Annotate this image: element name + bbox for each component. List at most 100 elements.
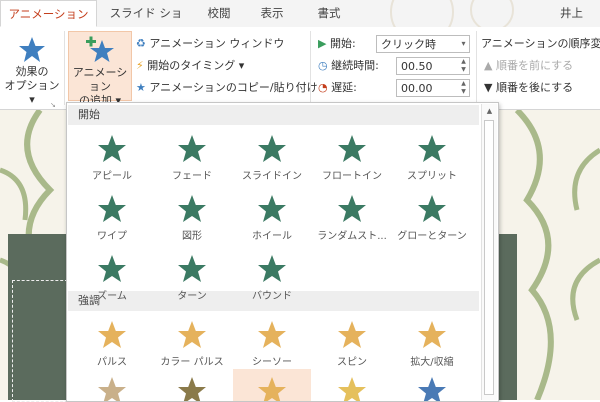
effect-label: グローとターン [397,231,467,242]
star-effect-icon [98,195,126,222]
star-effect-icon [258,195,286,222]
entrance-effect-item[interactable]: ワイプ [73,187,151,247]
scrollbar-thumb[interactable] [484,120,494,395]
tab-review[interactable]: 校閲 [195,0,243,27]
start-select[interactable]: クリック時 ▾ [376,35,470,53]
entrance-effect-item[interactable]: ホイール [233,187,311,247]
animation-pane-icon: ♻ [136,37,146,50]
entrance-effect-item[interactable]: ランダムスト... [313,187,391,247]
add-animation-label-1: アニメーション [72,66,128,93]
star-effect-icon [98,321,126,348]
start-row: ▶ 開始: [318,35,356,53]
emphasis-effect-item[interactable]: 拡大/収縮 [393,313,471,373]
animation-painter-button[interactable]: ★ アニメーションのコピー/貼り付け [136,79,318,97]
star-effect-icon [418,135,446,162]
section-header-entrance: 開始 [68,105,479,125]
lightning-icon: ⚡ [136,59,144,72]
ribbon-tab-bar: アニメーション スライド ショー 校閲 表示 書式 井上 [0,0,600,47]
entrance-effect-item[interactable]: 図形 [153,187,231,247]
scroll-up-arrow-icon[interactable]: ▲ [482,104,497,118]
entrance-effect-item[interactable]: グローとターン [393,187,471,247]
star-effect-icon [178,321,206,348]
star-effect-icon [418,377,446,401]
effect-label: スライドイン [242,171,302,182]
emphasis-effect-item[interactable] [393,369,471,401]
move-later-label: 順番を後にする [495,81,574,94]
star-effect-icon [98,255,126,282]
delay-label: 遅延: [331,81,357,94]
star-effect-icon [338,135,366,162]
trigger-button[interactable]: ⚡ 開始のタイミング ▾ [136,57,244,75]
move-earlier-label: 順番を前にする [495,59,574,72]
spinner-arrows-icon[interactable]: ▲ ▼ [458,80,469,96]
duration-label: 継続時間: [331,59,379,72]
emphasis-effect-item[interactable] [313,369,391,401]
dialog-launcher-icon[interactable]: ↘ [50,101,56,109]
play-icon: ▶ [318,37,327,50]
star-effect-icon [178,255,206,282]
entrance-effect-item[interactable]: フェード [153,127,231,187]
tab-animations[interactable]: アニメーション [0,0,97,27]
entrance-effect-item[interactable]: スプリット [393,127,471,187]
add-animation-button[interactable]: アニメーション の追加 ▾ [68,31,132,107]
slide-content-box[interactable] [497,234,517,400]
star-effect-icon [258,255,286,282]
effect-label: バウンド [252,291,292,302]
effect-label: スピン [337,357,367,368]
user-name[interactable]: 井上 [560,0,600,27]
spinner-arrows-icon[interactable]: ▲ ▼ [458,58,469,74]
group-separator [310,31,311,105]
animation-gallery-dropdown: 開始 強調 ▲ アピール フェード スライドイン フロートイン スプリット ワイプ 図形 ホイ… [66,102,499,402]
group-separator [64,31,65,105]
entrance-effect-item[interactable]: ターン [153,247,231,307]
delay-icon: ◔ [318,81,328,94]
move-earlier-button[interactable]: ▲ 順番を前にする [484,57,573,75]
move-later-button[interactable]: ▼ 順番を後にする [484,79,573,97]
duration-value: 00.50 [401,60,433,73]
star-effect-icon [178,195,206,222]
effect-label: カラー パルス [160,357,224,368]
star-effect-icon [418,195,446,222]
effect-label: ズーム [97,291,127,302]
tab-view[interactable]: 表示 [248,0,296,27]
emphasis-effect-item[interactable] [233,369,311,401]
effect-label: アピール [92,171,132,182]
star-effect-icon [338,195,366,222]
tab-slide-show[interactable]: スライド ショー [104,0,188,47]
tab-format[interactable]: 書式 [305,0,353,27]
selection-frame[interactable] [12,280,68,402]
trigger-label: 開始のタイミング ▾ [147,59,245,72]
duration-row: ◷ 継続時間: [318,57,379,75]
effect-options-button[interactable]: 効果の オプション ▾ [2,31,62,106]
delay-value: 00.00 [401,82,433,95]
emphasis-effect-item[interactable]: カラー パルス [153,313,231,373]
star-effect-icon [98,135,126,162]
star-effect-icon [178,377,206,401]
effect-label: フェード [172,171,212,182]
star-effect-icon [338,377,366,401]
entrance-effect-item[interactable]: ズーム [73,247,151,307]
emphasis-effect-item[interactable]: シーソー [233,313,311,373]
effect-label: 拡大/収縮 [410,357,454,368]
emphasis-effect-item[interactable]: スピン [313,313,391,373]
animation-painter-icon: ★ [136,81,146,94]
duration-spinner[interactable]: 00.50 ▲ ▼ [396,57,470,75]
star-effect-icon [258,135,286,162]
entrance-effect-item[interactable]: バウンド [233,247,311,307]
entrance-effect-item[interactable]: アピール [73,127,151,187]
group-separator [476,31,477,105]
emphasis-effect-item[interactable] [73,369,151,401]
emphasis-effect-item[interactable]: パルス [73,313,151,373]
triangle-up-icon: ▲ [484,59,493,72]
delay-spinner[interactable]: 00.00 ▲ ▼ [396,79,470,97]
star-effect-icon [258,377,286,401]
gallery-scrollbar[interactable]: ▲ [481,104,497,400]
entrance-effect-item[interactable]: フロートイン [313,127,391,187]
animation-pane-button[interactable]: ♻ アニメーション ウィンドウ [136,35,284,53]
clock-icon: ◷ [318,59,328,72]
emphasis-effect-item[interactable] [153,369,231,401]
entrance-effect-item[interactable]: スライドイン [233,127,311,187]
effect-label: シーソー [252,357,292,368]
star-effect-icon [98,377,126,401]
star-effect-icon [178,135,206,162]
